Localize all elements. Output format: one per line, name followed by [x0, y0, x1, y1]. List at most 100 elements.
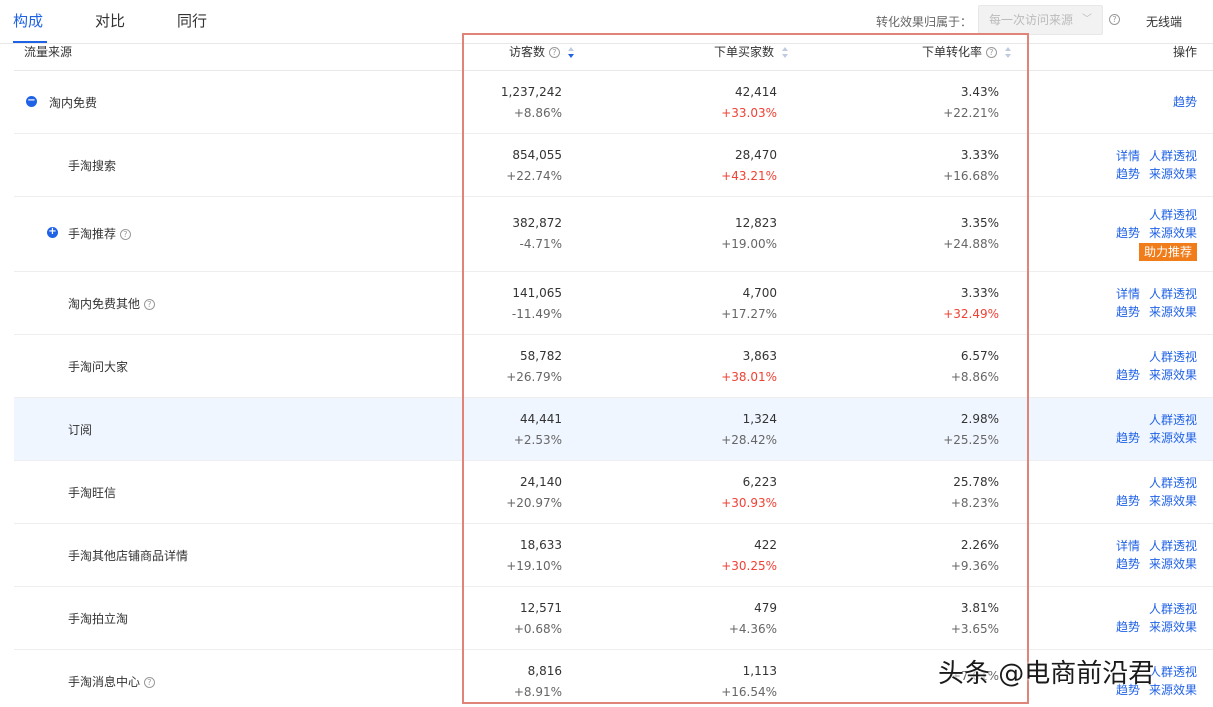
- source-name: 订阅: [68, 423, 93, 437]
- help-icon[interactable]: ?: [985, 47, 997, 58]
- trend-link[interactable]: 趋势: [1116, 167, 1140, 181]
- trend-link[interactable]: 趋势: [1116, 431, 1140, 445]
- source-effect-link[interactable]: 来源效果: [1149, 620, 1197, 634]
- source-effect-link[interactable]: 来源效果: [1149, 226, 1197, 240]
- visitors-value: 18,633: [520, 538, 562, 552]
- visitors-change: +19.10%: [506, 559, 562, 573]
- buyers-change: +4.36%: [728, 622, 777, 636]
- buyers-value: 4,700: [742, 286, 777, 300]
- crowd-link[interactable]: 人群透视: [1149, 149, 1197, 163]
- buyers-change: +30.93%: [721, 496, 777, 510]
- source-effect-link[interactable]: 来源效果: [1149, 305, 1197, 319]
- help-icon[interactable]: ?: [143, 677, 155, 688]
- conversion-value: 2.26%: [960, 538, 999, 552]
- source-name: 手淘推荐 ?: [68, 225, 131, 242]
- source-effect-link[interactable]: 来源效果: [1149, 431, 1197, 445]
- source-effect-link[interactable]: 来源效果: [1149, 557, 1197, 571]
- sort-icon[interactable]: [1004, 46, 1012, 59]
- conversion-value: 3.33%: [960, 148, 999, 162]
- conversion-value: 3.81%: [960, 601, 999, 615]
- col-conversion-label: 下单转化率: [922, 45, 983, 59]
- trend-link[interactable]: 趋势: [1116, 557, 1140, 571]
- collapse-icon[interactable]: −: [26, 96, 37, 107]
- crowd-link[interactable]: 人群透视: [1149, 350, 1197, 364]
- attribution-select[interactable]: 每一次访问来源 ﹀: [978, 5, 1103, 35]
- visitors-value: 8,816: [527, 664, 562, 678]
- source-effect-link[interactable]: 来源效果: [1149, 167, 1197, 181]
- top-bar: 构成 对比 同行 转化效果归属于： 每一次访问来源 ﹀ ? 无线端: [0, 0, 1213, 44]
- boost-recommend-button[interactable]: 助力推荐: [1138, 243, 1197, 261]
- buyers-change: +16.54%: [721, 685, 777, 699]
- help-icon[interactable]: ?: [143, 299, 155, 310]
- trend-link[interactable]: 趋势: [1116, 368, 1140, 382]
- col-visitors[interactable]: 访客数 ?: [509, 44, 575, 60]
- buyers-value: 28,470: [735, 148, 777, 162]
- help-icon[interactable]: ?: [548, 47, 560, 58]
- visitors-value: 854,055: [512, 148, 562, 162]
- crowd-link[interactable]: 人群透视: [1149, 287, 1197, 301]
- tab-peers[interactable]: 同行: [177, 10, 207, 31]
- detail-link[interactable]: 详情: [1116, 149, 1140, 163]
- source-name: 淘内免费其他 ?: [68, 295, 155, 312]
- crowd-link[interactable]: 人群透视: [1149, 539, 1197, 553]
- conversion-value: 3.33%: [960, 286, 999, 300]
- visitors-change: +0.68%: [513, 622, 562, 636]
- source-name-label: 手淘推荐: [68, 227, 117, 241]
- col-conversion[interactable]: 下单转化率 ?: [922, 44, 1012, 60]
- visitors-change: +20.97%: [506, 496, 562, 510]
- conversion-change: +3.65%: [950, 622, 999, 636]
- buyers-value: 1,324: [742, 412, 777, 426]
- table-row: 手淘问大家 58,782 +26.79% 3,863 +38.01% 6.57%…: [14, 335, 1213, 398]
- source-effect-link[interactable]: 来源效果: [1149, 368, 1197, 382]
- trend-link[interactable]: 趋势: [1116, 620, 1140, 634]
- col-buyers[interactable]: 下单买家数: [714, 44, 789, 60]
- help-icon[interactable]: ?: [1109, 14, 1120, 25]
- tab-compare[interactable]: 对比: [95, 10, 125, 31]
- device-selector[interactable]: 无线端: [1146, 13, 1182, 30]
- expand-icon[interactable]: +: [47, 227, 58, 238]
- buyers-value: 479: [754, 601, 777, 615]
- table-row: 手淘其他店铺商品详情 18,633 +19.10% 422 +30.25% 2.…: [14, 524, 1213, 587]
- trend-link[interactable]: 趋势: [1116, 226, 1140, 240]
- buyers-value: 422: [754, 538, 777, 552]
- watermark: 头条 @电商前沿君: [938, 659, 1155, 689]
- table-row: 手淘拍立淘 12,571 +0.68% 479 +4.36% 3.81% +3.…: [14, 587, 1213, 650]
- buyers-value: 42,414: [735, 85, 777, 99]
- detail-link[interactable]: 详情: [1116, 539, 1140, 553]
- visitors-value: 12,571: [520, 601, 562, 615]
- source-name-label: 淘内免费其他: [68, 297, 141, 311]
- visitors-change: +8.86%: [513, 106, 562, 120]
- sort-icon[interactable]: [567, 46, 575, 59]
- source-name-label: 手淘消息中心: [68, 675, 141, 689]
- buyers-change: +30.25%: [721, 559, 777, 573]
- crowd-link[interactable]: 人群透视: [1149, 476, 1197, 490]
- trend-link[interactable]: 趋势: [1173, 95, 1197, 109]
- visitors-change: +22.74%: [506, 169, 562, 183]
- tab-composition[interactable]: 构成: [13, 10, 43, 31]
- col-actions: 操作: [1172, 45, 1197, 59]
- attribution-select-value: 每一次访问来源: [989, 13, 1074, 27]
- crowd-link[interactable]: 人群透视: [1149, 665, 1197, 679]
- conversion-change: +32.49%: [943, 307, 999, 321]
- conversion-value: 25.78%: [953, 475, 999, 489]
- detail-link[interactable]: 详情: [1116, 287, 1140, 301]
- trend-link[interactable]: 趋势: [1116, 305, 1140, 319]
- crowd-link[interactable]: 人群透视: [1149, 413, 1197, 427]
- help-icon[interactable]: ?: [119, 229, 131, 240]
- crowd-link[interactable]: 人群透视: [1149, 602, 1197, 616]
- trend-link[interactable]: 趋势: [1116, 494, 1140, 508]
- buyers-change: +43.21%: [721, 169, 777, 183]
- crowd-link[interactable]: 人群透视: [1149, 208, 1197, 222]
- buyers-value: 1,113: [742, 664, 777, 678]
- source-effect-link[interactable]: 来源效果: [1149, 494, 1197, 508]
- table-row: 淘内免费其他 ? 141,065 -11.49% 4,700 +17.27% 3…: [14, 272, 1213, 335]
- source-effect-link[interactable]: 来源效果: [1149, 683, 1197, 697]
- conversion-value: 2.98%: [960, 412, 999, 426]
- conversion-change: +8.86%: [950, 370, 999, 384]
- table-row: − 淘内免费 1,237,242 +8.86% 42,414 +33.03% 3…: [14, 71, 1213, 134]
- sort-icon[interactable]: [781, 46, 789, 59]
- buyers-value: 12,823: [735, 216, 777, 230]
- table-row: 订阅 44,441 +2.53% 1,324 +28.42% 2.98% +25…: [14, 398, 1213, 461]
- visitors-value: 1,237,242: [500, 85, 562, 99]
- active-tab-indicator: [13, 41, 47, 43]
